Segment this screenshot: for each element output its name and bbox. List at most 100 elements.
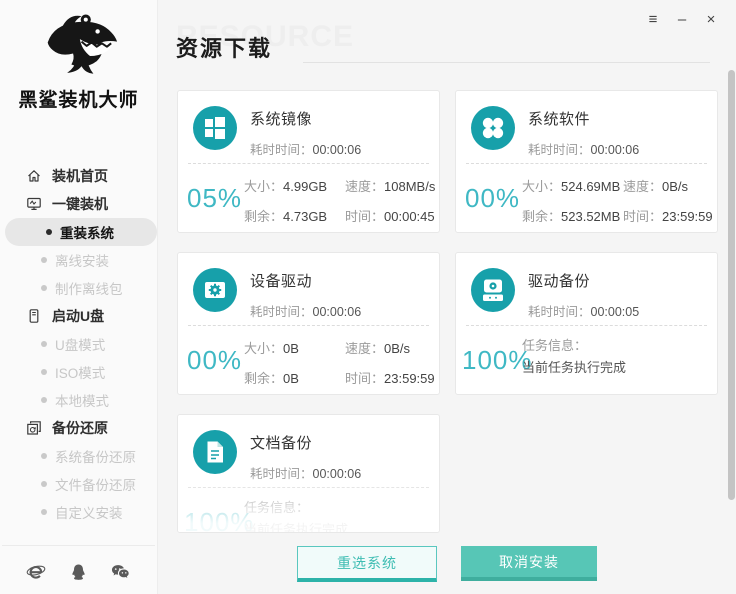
window-controls: ≡ – ×: [644, 9, 720, 29]
card-system-software: 系统软件 耗时时间：00:00:06 00% 大小：524.69MB 速度：0B…: [455, 90, 718, 233]
download-stats: 大小：0B 速度：0B/s 剩余：0B 时间：23:59:59: [244, 341, 435, 386]
divider: [188, 163, 429, 164]
device-driver-icon: [193, 268, 237, 312]
sidebar-item-system-backup-restore[interactable]: 系统备份还原: [0, 442, 157, 470]
sidebar-item-custom-install[interactable]: 自定义安装: [0, 498, 157, 526]
elapsed-time: 耗时时间：00:00:06: [250, 305, 362, 319]
bullet-icon: [41, 285, 47, 291]
page-title: 资源下载: [176, 36, 273, 61]
qq-icon[interactable]: [69, 563, 88, 582]
card-title: 系统镜像: [250, 111, 313, 128]
sidebar-item-label: U盘模式: [55, 338, 106, 353]
sidebar-item-label: 本地模式: [55, 394, 109, 409]
cancel-install-button[interactable]: 取消安装: [461, 546, 597, 581]
card-title: 驱动备份: [528, 273, 591, 290]
sidebar-item-label: ISO模式: [55, 366, 106, 381]
bullet-icon: [41, 509, 47, 515]
card-title: 设备驱动: [250, 273, 313, 290]
sidebar-item-reinstall-system[interactable]: 重装系统: [5, 218, 157, 246]
sidebar-item-offline-install[interactable]: 离线安装: [0, 246, 157, 274]
shark-logo-icon: [47, 14, 117, 74]
sidebar-item-backup-restore[interactable]: 备份还原: [0, 414, 157, 442]
divider: [466, 325, 707, 326]
social-links: [0, 562, 157, 582]
sidebar-item-iso-mode[interactable]: ISO模式: [0, 358, 157, 386]
divider: [188, 487, 429, 488]
app-logo: 黑鲨装机大师: [0, 0, 157, 112]
bullet-icon: [41, 257, 47, 263]
divider: [466, 163, 707, 164]
sidebar-item-label: 离线安装: [55, 254, 109, 269]
system-image-icon: [193, 106, 237, 150]
minimize-icon[interactable]: –: [673, 9, 691, 29]
sidebar-item-home[interactable]: 装机首页: [0, 162, 157, 190]
progress-percent: 05%: [187, 183, 243, 213]
sidebar-item-label: 重装系统: [60, 226, 114, 241]
driver-backup-icon: [471, 268, 515, 312]
bullet-icon: [46, 229, 52, 235]
sidebar-item-boot-usb[interactable]: 启动U盘: [0, 302, 157, 330]
task-info: 任务信息： 当前任务执行完成: [244, 500, 349, 533]
backup-restore-icon: [26, 420, 42, 436]
sidebar-item-label: 制作离线包: [55, 282, 123, 297]
bullet-icon: [41, 341, 47, 347]
page-header: RESOURCE 资源下载: [175, 0, 710, 78]
card-title: 系统软件: [528, 111, 591, 128]
scrollbar: [727, 0, 736, 594]
card-driver-backup: 驱动备份 耗时时间：00:00:05 100% 任务信息： 当前任务执行完成: [455, 252, 718, 395]
scrollbar-thumb[interactable]: [728, 70, 735, 500]
download-stats: 大小：524.69MB 速度：0B/s 剩余：523.52MB 时间：23:59…: [522, 179, 713, 224]
system-software-icon: [471, 106, 515, 150]
sidebar-item-label: 备份还原: [52, 420, 108, 436]
elapsed-time: 耗时时间：00:00:06: [528, 143, 640, 157]
close-icon[interactable]: ×: [702, 9, 720, 29]
usb-boot-icon: [26, 308, 42, 324]
sidebar-item-usb-mode[interactable]: U盘模式: [0, 330, 157, 358]
wechat-icon[interactable]: [110, 563, 131, 582]
progress-percent: 00%: [187, 345, 243, 375]
sidebar-footer: [0, 545, 157, 594]
bullet-icon: [41, 481, 47, 487]
card-system-image: 系统镜像 耗时时间：00:00:06 05% 大小：4.99GB 速度：108M…: [177, 90, 440, 233]
document-backup-icon: [193, 430, 237, 474]
sidebar-item-label: 启动U盘: [52, 308, 105, 324]
card-device-driver: 设备驱动 耗时时间：00:00:06 00% 大小：0B 速度：0B/s 剩余：…: [177, 252, 440, 395]
sidebar-item-label: 装机首页: [52, 168, 108, 184]
progress-percent: 100%: [184, 507, 255, 533]
one-key-install-icon: [26, 196, 42, 212]
elapsed-time: 耗时时间：00:00:05: [528, 305, 640, 319]
footer-actions: 重选系统 取消安装: [158, 546, 736, 582]
button-label: 取消安装: [499, 553, 559, 570]
button-label: 重选系统: [337, 554, 397, 571]
sidebar-item-one-key-install[interactable]: 一键装机: [0, 190, 157, 218]
sidebar-nav: 装机首页 一键装机 重装系统 离线安装 制作离线包 启动U盘 U盘模式 ISO模…: [0, 162, 157, 526]
sidebar: 黑鲨装机大师 装机首页 一键装机 重装系统 离线安装 制作离线包 启动U盘 U盘…: [0, 0, 158, 594]
sidebar-item-local-mode[interactable]: 本地模式: [0, 386, 157, 414]
sidebar-item-file-backup-restore[interactable]: 文件备份还原: [0, 470, 157, 498]
sidebar-item-label: 一键装机: [52, 196, 108, 212]
reselect-system-button[interactable]: 重选系统: [297, 546, 437, 582]
home-icon: [26, 168, 42, 184]
card-document-backup: 文档备份 耗时时间：00:00:06 100% 任务信息： 当前任务执行完成: [177, 414, 440, 533]
app-title: 黑鲨装机大师: [18, 90, 139, 111]
app-window: 黑鲨装机大师 装机首页 一键装机 重装系统 离线安装 制作离线包 启动U盘 U盘…: [0, 0, 736, 594]
bullet-icon: [41, 453, 47, 459]
elapsed-time: 耗时时间：00:00:06: [250, 467, 362, 481]
bullet-icon: [41, 369, 47, 375]
sidebar-item-make-offline-package[interactable]: 制作离线包: [0, 274, 157, 302]
sidebar-item-label: 文件备份还原: [55, 478, 136, 493]
card-title: 文档备份: [250, 435, 313, 452]
task-info: 任务信息： 当前任务执行完成: [522, 338, 627, 375]
header-rule: [303, 62, 710, 63]
download-cards: 系统镜像 耗时时间：00:00:06 05% 大小：4.99GB 速度：108M…: [177, 90, 736, 533]
menu-icon[interactable]: ≡: [644, 9, 662, 29]
divider: [188, 325, 429, 326]
elapsed-time: 耗时时间：00:00:06: [250, 143, 362, 157]
ie-icon[interactable]: [26, 562, 46, 582]
progress-percent: 00%: [465, 183, 521, 213]
main-content: ≡ – × RESOURCE 资源下载 系统镜像 耗时时间：00:00:06 0…: [158, 0, 736, 594]
divider: [2, 545, 155, 546]
bullet-icon: [41, 397, 47, 403]
download-stats: 大小：4.99GB 速度：108MB/s 剩余：4.73GB 时间：00:00:…: [244, 179, 436, 224]
sidebar-item-label: 系统备份还原: [55, 450, 136, 465]
